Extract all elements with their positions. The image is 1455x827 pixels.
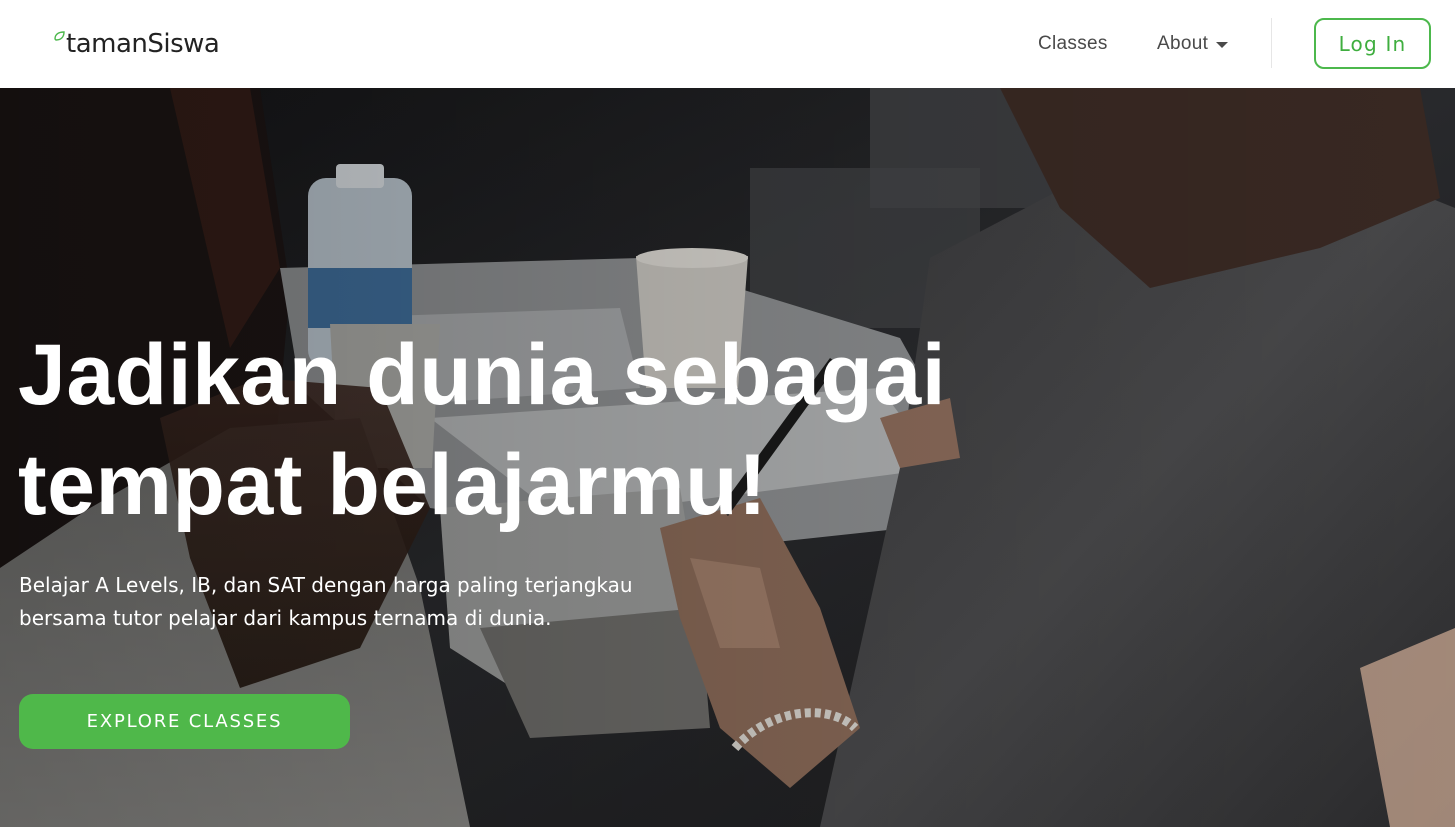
brand-logo[interactable]: taman Siswa [53, 28, 220, 60]
leaf-icon [54, 31, 65, 41]
brand-name-part1: taman [66, 29, 148, 59]
explore-classes-button[interactable]: EXPLORE CLASSES [19, 694, 350, 749]
nav-about-label: About [1157, 33, 1209, 54]
login-button[interactable]: Log In [1314, 18, 1431, 69]
hero-title-line1: Jadikan dunia sebagai [18, 327, 947, 423]
hero-section: Jadikan dunia sebagai tempat belajarmu! … [0, 88, 1455, 827]
nav-about-dropdown[interactable]: About [1157, 0, 1229, 88]
nav-divider [1271, 18, 1272, 68]
brand-name-part2: Siswa [147, 29, 220, 59]
hero-title: Jadikan dunia sebagai tempat belajarmu! [18, 320, 1078, 540]
nav-classes-link[interactable]: Classes [1038, 0, 1108, 88]
caret-down-icon [1216, 42, 1229, 48]
hero-title-line2: tempat belajarmu! [18, 437, 768, 533]
nav-classes-label: Classes [1038, 33, 1108, 54]
navbar: taman Siswa Classes About Log In [0, 0, 1455, 88]
hero-subtitle: Belajar A Levels, IB, dan SAT dengan har… [19, 573, 633, 630]
